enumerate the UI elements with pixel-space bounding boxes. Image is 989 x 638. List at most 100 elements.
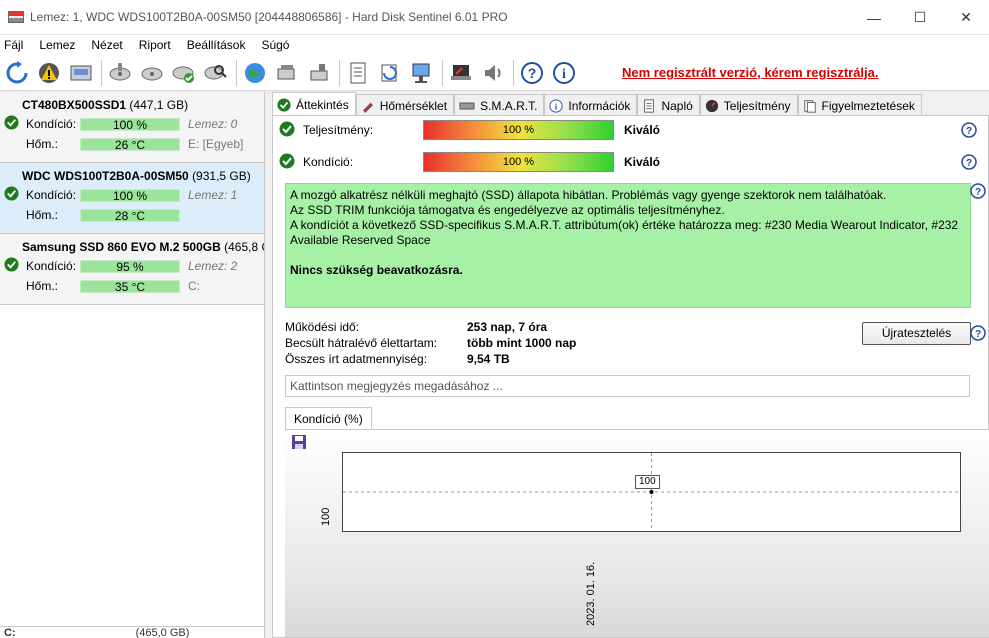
tab-warnings[interactable]: Figyelmeztetések [797, 94, 922, 116]
network-report-icon[interactable] [408, 59, 436, 87]
ok-check-icon [4, 186, 20, 204]
tab-log[interactable]: Napló [637, 94, 700, 116]
disk-header: CT480BX500SSD1 (447,1 GB) [0, 96, 264, 114]
temperature-bar: 28 °C [80, 208, 180, 222]
tab-label: Áttekintés [296, 97, 349, 112]
condition-label: Kondíció: [26, 188, 77, 202]
condition-label: Kondíció: [26, 259, 77, 273]
info-icon[interactable]: i [550, 59, 578, 87]
help-icon[interactable]: ? [970, 325, 986, 344]
tab-overview[interactable]: Áttekintés [272, 92, 356, 116]
save-icon[interactable] [291, 434, 307, 450]
tab-label: S.M.A.R.T. [480, 98, 538, 113]
toolbar-separator [513, 59, 514, 86]
help-icon[interactable]: ? [518, 59, 546, 87]
partition-list-item[interactable]: C: (465,0 GB) [0, 626, 264, 638]
toolbar-separator [101, 59, 102, 86]
title-bar: Lemez: 1, WDC WDS100T2B0A-00SM50 [204448… [0, 0, 989, 35]
ok-check-icon [4, 257, 20, 275]
condition-chart: 100 2023. 01. 16. 100 [285, 429, 989, 637]
minimize-button[interactable]: — [851, 0, 897, 35]
ok-check-icon [4, 115, 20, 133]
tab-performance[interactable]: Teljesítmény [699, 94, 798, 116]
registration-warning-link[interactable]: Nem regisztrált verzió, kérem regisztrál… [622, 65, 879, 80]
menu-view[interactable]: Nézet [91, 38, 122, 52]
refresh-icon[interactable] [3, 59, 31, 87]
performance-rating: Kiváló [624, 123, 661, 137]
partition-size: (465,0 GB) [135, 627, 190, 638]
disk-size: (465,8 GB) [224, 240, 264, 254]
disk-item[interactable]: CT480BX500SSD1 (447,1 GB) Kondíció: 100 … [0, 92, 264, 163]
disk-name: WDC WDS100T2B0A-00SM50 [22, 169, 189, 183]
report-icon[interactable] [344, 59, 372, 87]
status-recommendation: Nincs szükség beavatkozásra. [290, 263, 463, 277]
menu-bar: Fájl Lemez Nézet Riport Beállítások Súgó [0, 35, 989, 55]
network-disk-icon[interactable] [273, 59, 301, 87]
help-icon[interactable]: ? [961, 154, 977, 170]
svg-text:?: ? [975, 187, 981, 198]
uptime-label: Működési idő: [285, 320, 360, 334]
maximize-button[interactable]: ☐ [897, 0, 943, 35]
sound-icon[interactable] [479, 59, 507, 87]
tab-bar: Áttekintés Hőmérséklet S.M.A.R.T. i Info… [272, 92, 922, 116]
temperature-bar: 26 °C [80, 137, 180, 151]
tab-smart[interactable]: S.M.A.R.T. [454, 94, 545, 116]
disk-info-icon[interactable] [67, 59, 95, 87]
help-icon[interactable]: ? [961, 122, 977, 138]
disk-header: WDC WDS100T2B0A-00SM50 (931,5 GB) [0, 167, 264, 185]
written-row: Összes írt adatmennyiség: 9,54 TB [285, 351, 510, 367]
chart-tab-condition[interactable]: Kondíció (%) [285, 407, 372, 429]
log-icon [642, 98, 656, 113]
disk-test-icon[interactable] [138, 59, 166, 87]
disk-list-panel: CT480BX500SSD1 (447,1 GB) Kondíció: 100 … [0, 92, 265, 638]
toolbar: ? i Nem regisztrált verzió, kérem regisz… [0, 55, 989, 91]
lifetime-value: több mint 1000 nap [467, 336, 577, 350]
disk-item[interactable]: Samsung SSD 860 EVO M.2 500GB (465,8 GB)… [0, 234, 264, 305]
menu-settings[interactable]: Beállítások [187, 38, 246, 52]
condition-label: Kondíció: [303, 155, 354, 169]
menu-report[interactable]: Riport [139, 38, 171, 52]
tab-temperature[interactable]: Hőmérséklet [355, 94, 455, 116]
send-report-icon[interactable] [376, 59, 404, 87]
y-tick-label: 100 [320, 507, 332, 526]
menu-disk[interactable]: Lemez [39, 38, 75, 52]
temperature-label: Hőm.: [26, 279, 59, 293]
laptop-icon[interactable] [447, 59, 475, 87]
condition-bar: 100 % [80, 188, 180, 202]
disk-index: Lemez: 1 [188, 188, 238, 202]
temperature-label: Hőm.: [26, 208, 59, 222]
plot-svg [343, 453, 960, 531]
ok-check-icon [277, 97, 291, 112]
svg-text:?: ? [966, 158, 972, 169]
disk-size: (447,1 GB) [129, 98, 189, 112]
globe-icon[interactable] [241, 59, 269, 87]
disk-index: Lemez: 2 [188, 259, 238, 273]
status-line: A mozgó alkatrész nélküli meghajtó (SSD)… [290, 188, 887, 202]
disk-item-selected[interactable]: WDC WDS100T2B0A-00SM50 (931,5 GB) Kondíc… [0, 163, 264, 234]
svg-text:?: ? [975, 329, 981, 340]
temperature-bar: 35 °C [80, 279, 180, 293]
surface-test-icon[interactable] [106, 59, 134, 87]
retest-button[interactable]: Újratesztelés [862, 322, 971, 345]
close-button[interactable]: ✕ [943, 0, 989, 35]
svg-text:?: ? [528, 65, 537, 81]
tab-information[interactable]: i Információk [544, 94, 638, 116]
uptime-value: 253 nap, 7 óra [467, 320, 548, 334]
temperature-label: Hőm.: [26, 137, 59, 151]
help-icon[interactable]: ? [970, 183, 986, 202]
toolbar-separator [442, 59, 443, 86]
condition-row: Kondíció: 100 % Kiváló ? [279, 150, 979, 174]
menu-file[interactable]: Fájl [4, 38, 23, 52]
disk-ok-icon[interactable] [170, 59, 198, 87]
performance-row: Teljesítmény: 100 % Kiváló ? [279, 118, 979, 142]
note-input[interactable]: Kattintson megjegyzés megadásához ... [285, 375, 970, 397]
partition-drive: C: [4, 627, 16, 638]
written-value: 9,54 TB [467, 352, 510, 366]
menu-help[interactable]: Súgó [261, 38, 289, 52]
data-label: 100 [635, 475, 660, 489]
status-description-box: A mozgó alkatrész nélküli meghajtó (SSD)… [285, 183, 971, 308]
disk-search-icon[interactable] [202, 59, 230, 87]
usb-disk-icon[interactable] [305, 59, 333, 87]
alert-icon[interactable] [35, 59, 63, 87]
tab-label: Figyelmeztetések [821, 98, 915, 113]
